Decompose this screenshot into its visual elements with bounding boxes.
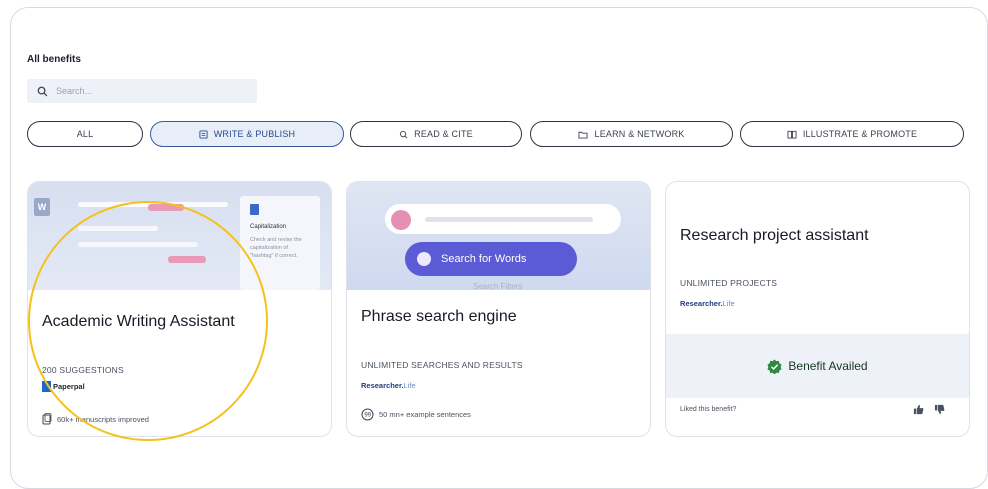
verified-badge-icon bbox=[767, 358, 782, 374]
card-footer: 99 50 mn+ example sentences bbox=[361, 408, 471, 421]
word-icon: W bbox=[34, 198, 50, 216]
popup-text: Check and revise the capitalization of "… bbox=[250, 237, 302, 259]
search-bubble-icon bbox=[391, 210, 411, 230]
card-preview-image: Search for Words Search Filters bbox=[347, 182, 650, 290]
search-box[interactable] bbox=[27, 79, 257, 103]
suggestion-popup: Capitalization Check and revise the capi… bbox=[240, 196, 320, 290]
card-title: Academic Writing Assistant bbox=[42, 313, 235, 330]
status-text: Benefit Availed bbox=[788, 359, 868, 373]
search-input[interactable] bbox=[54, 85, 238, 97]
card-title: Research project assistant bbox=[680, 227, 869, 244]
search-for-words-button: Search for Words bbox=[405, 242, 577, 276]
benefit-card-research-project[interactable]: Research project assistant UNLIMITED PRO… bbox=[665, 181, 970, 437]
section-title: All benefits bbox=[27, 54, 81, 65]
paperpal-logo: Paperpal bbox=[42, 381, 85, 392]
researcher-life-logo: Researcher.Life bbox=[361, 381, 416, 390]
benefit-card-writing-assistant[interactable]: W Capitalization Check and revise the ca… bbox=[27, 181, 332, 437]
liked-prompt: Liked this benefit? bbox=[680, 406, 737, 413]
tab-label: ALL bbox=[76, 129, 94, 139]
book-icon bbox=[787, 130, 797, 139]
card-subtitle: UNLIMITED PROJECTS bbox=[680, 278, 778, 288]
thumbs-down-icon[interactable] bbox=[934, 404, 945, 415]
doc-icon bbox=[250, 204, 259, 215]
quote-bubble-icon: 99 bbox=[361, 408, 374, 421]
card-preview-image: W Capitalization Check and revise the ca… bbox=[28, 182, 331, 290]
tab-illustrate-promote[interactable]: ILLUSTRATE & PROMOTE bbox=[740, 121, 964, 147]
tab-read-cite[interactable]: READ & CITE bbox=[350, 121, 522, 147]
document-icon bbox=[199, 129, 208, 139]
thumbs-up-icon[interactable] bbox=[913, 404, 924, 415]
tab-label: ILLUSTRATE & PROMOTE bbox=[802, 129, 918, 139]
svg-text:99: 99 bbox=[364, 413, 371, 419]
card-subtitle: UNLIMITED SEARCHES AND RESULTS bbox=[361, 360, 523, 370]
researcher-life-logo: Researcher.Life bbox=[680, 299, 735, 308]
popup-title: Capitalization bbox=[250, 224, 287, 230]
search-icon bbox=[37, 86, 48, 96]
card-footer: 60k+ manuscripts improved bbox=[42, 413, 149, 425]
tab-label: READ & CITE bbox=[414, 129, 473, 139]
ghost-filter-text: Search Filters bbox=[473, 282, 523, 290]
tab-label: WRITE & PUBLISH bbox=[213, 129, 296, 139]
folder-icon bbox=[578, 130, 588, 139]
benefit-availed-banner: Benefit Availed bbox=[666, 334, 969, 398]
card-subtitle: 200 SUGGESTIONS bbox=[42, 365, 124, 375]
card-title: Phrase search engine bbox=[361, 308, 517, 325]
feedback-buttons bbox=[913, 404, 945, 415]
tab-write-publish[interactable]: WRITE & PUBLISH bbox=[150, 121, 344, 147]
tab-label: LEARN & NETWORK bbox=[594, 129, 685, 139]
tab-learn-network[interactable]: LEARN & NETWORK bbox=[530, 121, 733, 147]
tab-all[interactable]: ALL bbox=[27, 121, 143, 147]
search-doc-icon bbox=[399, 130, 408, 139]
document-stack-icon bbox=[42, 413, 52, 425]
benefit-card-phrase-search[interactable]: Search for Words Search Filters Phrase s… bbox=[346, 181, 651, 437]
